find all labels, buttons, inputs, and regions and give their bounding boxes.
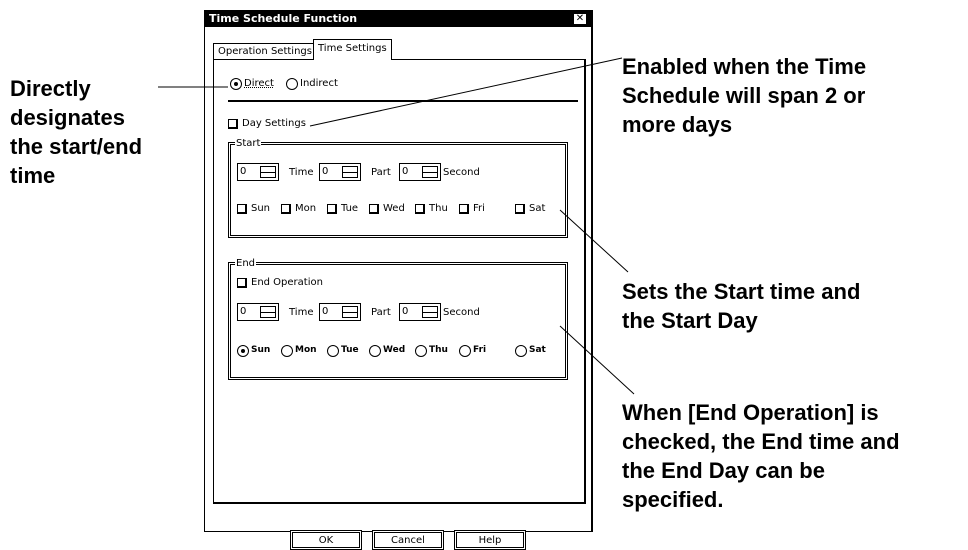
time-settings-panel: Direct Indirect Day Settings Start 0 Tim… (213, 59, 586, 550)
start-time-value: 0 (322, 166, 329, 177)
callout-line: the Start Day (622, 308, 758, 333)
callout-line: the End Day can be (622, 458, 825, 483)
callout-line: designates (10, 105, 125, 130)
tab-time-settings[interactable]: Time Settings (313, 39, 392, 60)
callout-line: checked, the End time and (622, 429, 900, 454)
end-group: End End Operation 0 Time 0 Part 0 Second… (228, 259, 568, 380)
start-day-label-sat: Sat (529, 203, 546, 214)
close-icon[interactable]: ✕ (573, 13, 587, 25)
direct-label[interactable]: Direct (244, 78, 274, 89)
end-day-radio-mon[interactable] (281, 345, 293, 357)
callout-line: the start/end (10, 134, 143, 159)
end-operation-checkbox[interactable] (237, 278, 247, 288)
end-day-label-sat: Sat (529, 345, 546, 355)
end-day-radio-wed[interactable] (369, 345, 381, 357)
end-time-stepper[interactable]: 0 (319, 303, 361, 321)
spin-arrows-icon[interactable] (342, 166, 358, 178)
end-operation-label[interactable]: End Operation (251, 277, 323, 288)
tab-operation-settings[interactable]: Operation Settings (213, 43, 317, 59)
callout-line: specified. (622, 487, 724, 512)
end-day-radio-tue[interactable] (327, 345, 339, 357)
start-day-stepper[interactable]: 0 (237, 163, 279, 181)
end-time-label: Time (289, 307, 314, 318)
tab-label: Operation Settings (218, 46, 312, 57)
callout-line: Sets the Start time and (622, 279, 861, 304)
callout-line: When [End Operation] is (622, 400, 879, 425)
start-day-checkbox-sun[interactable] (237, 204, 247, 214)
end-part-stepper[interactable]: 0 (399, 303, 441, 321)
start-legend: Start (235, 138, 262, 149)
callout-line: Directly (10, 76, 91, 101)
callout-direct: Directly designates the start/end time (10, 74, 142, 190)
end-second-label: Second (443, 307, 480, 318)
start-day-value: 0 (240, 166, 247, 177)
separator (228, 100, 578, 102)
start-time-stepper[interactable]: 0 (319, 163, 361, 181)
end-day-label-tue: Tue (341, 345, 359, 355)
cancel-button-label: Cancel (391, 535, 425, 546)
end-day-stepper[interactable]: 0 (237, 303, 279, 321)
ok-button-label: OK (318, 535, 334, 546)
start-time-label: Time (289, 167, 314, 178)
day-settings-label[interactable]: Day Settings (242, 118, 306, 129)
dialog-title: Time Schedule Function (209, 12, 358, 25)
spin-arrows-icon[interactable] (422, 306, 438, 318)
spin-arrows-icon[interactable] (260, 166, 276, 178)
end-day-value: 0 (240, 306, 247, 317)
end-time-value: 0 (322, 306, 329, 317)
callout-end: When [End Operation] is checked, the End… (622, 398, 900, 514)
end-part-value: 0 (402, 306, 409, 317)
start-day-checkbox-sat[interactable] (515, 204, 525, 214)
start-day-label-thu: Thu (429, 203, 448, 214)
start-day-label-wed: Wed (383, 203, 405, 214)
end-part-label: Part (371, 307, 391, 318)
cancel-button[interactable]: Cancel (372, 530, 444, 550)
start-part-label: Part (371, 167, 391, 178)
callout-line: Enabled when the Time (622, 54, 867, 79)
help-button-label: Help (478, 535, 502, 546)
start-part-value: 0 (402, 166, 409, 177)
end-legend: End (235, 258, 257, 269)
callout-line: time (10, 163, 56, 188)
indirect-radio[interactable] (286, 78, 298, 90)
start-group: Start 0 Time 0 Part 0 Second Sun Mon Tue (228, 139, 568, 238)
dialog-titlebar: Time Schedule Function ✕ (205, 11, 591, 27)
spin-arrows-icon[interactable] (422, 166, 438, 178)
spin-arrows-icon[interactable] (342, 306, 358, 318)
time-schedule-dialog: Time Schedule Function ✕ Operation Setti… (204, 10, 593, 550)
callout-line: more days (622, 112, 733, 137)
start-day-label-fri: Fri (473, 203, 485, 214)
start-day-checkbox-wed[interactable] (369, 204, 379, 214)
start-day-label-sun: Sun (251, 203, 271, 214)
end-day-label-mon: Mon (295, 345, 317, 355)
end-day-label-wed: Wed (383, 345, 406, 355)
end-day-radio-sat[interactable] (515, 345, 527, 357)
spin-arrows-icon[interactable] (260, 306, 276, 318)
end-day-label-sun: Sun (251, 345, 271, 355)
start-day-label-tue: Tue (341, 203, 359, 214)
help-button[interactable]: Help (454, 530, 526, 550)
start-part-stepper[interactable]: 0 (399, 163, 441, 181)
end-day-label-fri: Fri (473, 345, 487, 355)
start-second-label: Second (443, 167, 480, 178)
start-day-checkbox-fri[interactable] (459, 204, 469, 214)
callout-line: Schedule will span 2 or (622, 83, 866, 108)
callout-start: Sets the Start time and the Start Day (622, 277, 860, 335)
start-day-label-mon: Mon (295, 203, 317, 214)
callout-day-settings: Enabled when the Time Schedule will span… (622, 52, 866, 139)
indirect-label[interactable]: Indirect (300, 78, 338, 89)
start-day-checkbox-mon[interactable] (281, 204, 291, 214)
end-day-radio-thu[interactable] (415, 345, 427, 357)
day-settings-checkbox[interactable] (228, 119, 238, 129)
start-day-checkbox-thu[interactable] (415, 204, 425, 214)
ok-button[interactable]: OK (290, 530, 362, 550)
end-day-label-thu: Thu (429, 345, 448, 355)
end-day-radio-sun[interactable] (237, 345, 249, 357)
start-day-checkbox-tue[interactable] (327, 204, 337, 214)
end-day-radio-fri[interactable] (459, 345, 471, 357)
tab-label: Time Settings (318, 43, 387, 54)
direct-radio[interactable] (230, 78, 242, 90)
